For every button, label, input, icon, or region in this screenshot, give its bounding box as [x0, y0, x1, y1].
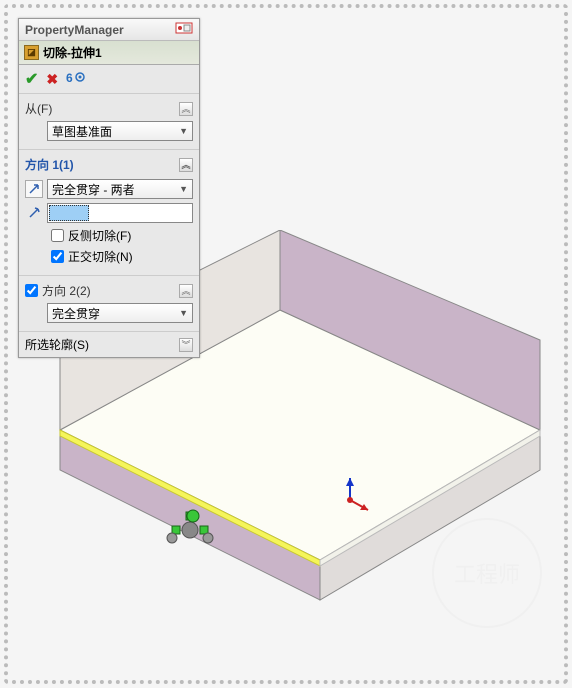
direction2-label: 方向 2(2)	[42, 282, 91, 299]
selected-contours-label: 所选轮廓(S)	[25, 336, 89, 353]
svg-text:6: 6	[66, 71, 73, 85]
cut-extrude-icon: ◪	[24, 45, 39, 60]
cancel-button[interactable]: ✖	[46, 71, 58, 88]
direction1-section: 方向 1(1) ︽ 完全贯穿 - 两者 ▼ 反侧切除(F)	[19, 149, 199, 275]
chevron-up-icon[interactable]: ︽	[179, 158, 193, 172]
chevron-down-icon[interactable]: ︾	[179, 338, 193, 352]
selected-contours-section[interactable]: 所选轮廓(S) ︾	[19, 331, 199, 357]
chevron-down-icon: ▼	[179, 308, 188, 318]
from-label: 从(F)	[25, 100, 52, 117]
panel-title-bar: PropertyManager	[19, 19, 199, 41]
direction2-header[interactable]: 方向 2(2) ︽	[25, 280, 193, 303]
panel-title: PropertyManager	[25, 23, 124, 37]
watermark: 工程师	[432, 518, 542, 628]
direction1-header[interactable]: 方向 1(1) ︽	[25, 154, 193, 177]
reverse-direction-icon[interactable]	[25, 180, 43, 198]
selection-highlight	[49, 205, 89, 221]
direction2-end-condition-dropdown[interactable]: 完全贯穿 ▼	[47, 303, 193, 323]
normal-cut-checkbox[interactable]	[51, 250, 64, 263]
chevron-up-icon[interactable]: ︽	[179, 102, 193, 116]
direction1-label: 方向 1(1)	[25, 156, 74, 173]
normal-cut-row: 正交切除(N)	[51, 246, 193, 267]
ok-button[interactable]: ✔	[25, 69, 38, 89]
chevron-down-icon: ▼	[179, 126, 188, 136]
direction-vector-icon[interactable]	[25, 204, 43, 222]
from-header[interactable]: 从(F) ︽	[25, 98, 193, 121]
chevron-down-icon: ▼	[179, 184, 188, 194]
detail-preview-button[interactable]: 6	[66, 71, 86, 88]
pin-icon[interactable]	[175, 22, 193, 37]
flip-side-row: 反侧切除(F)	[51, 225, 193, 246]
normal-cut-label: 正交切除(N)	[68, 248, 133, 265]
feature-name: 切除-拉伸1	[43, 44, 102, 61]
direction1-end-value: 完全贯穿 - 两者	[52, 181, 135, 198]
direction2-section: 方向 2(2) ︽ 完全贯穿 ▼	[19, 275, 199, 331]
from-dropdown[interactable]: 草图基准面 ▼	[47, 121, 193, 141]
direction2-enable-checkbox[interactable]	[25, 284, 38, 297]
direction1-selection-box[interactable]	[47, 203, 193, 223]
from-value: 草图基准面	[52, 123, 112, 140]
feature-title-bar: ◪ 切除-拉伸1	[19, 41, 199, 65]
flip-side-checkbox[interactable]	[51, 229, 64, 242]
from-section: 从(F) ︽ 草图基准面 ▼	[19, 93, 199, 149]
property-manager-panel: PropertyManager ◪ 切除-拉伸1 ✔ ✖ 6 从(F) ︽ 草图…	[18, 18, 200, 358]
flip-side-label: 反侧切除(F)	[68, 227, 131, 244]
direction2-end-value: 完全贯穿	[52, 305, 100, 322]
chevron-up-icon[interactable]: ︽	[179, 284, 193, 298]
confirm-row: ✔ ✖ 6	[19, 65, 199, 93]
direction1-end-condition-dropdown[interactable]: 完全贯穿 - 两者 ▼	[47, 179, 193, 199]
